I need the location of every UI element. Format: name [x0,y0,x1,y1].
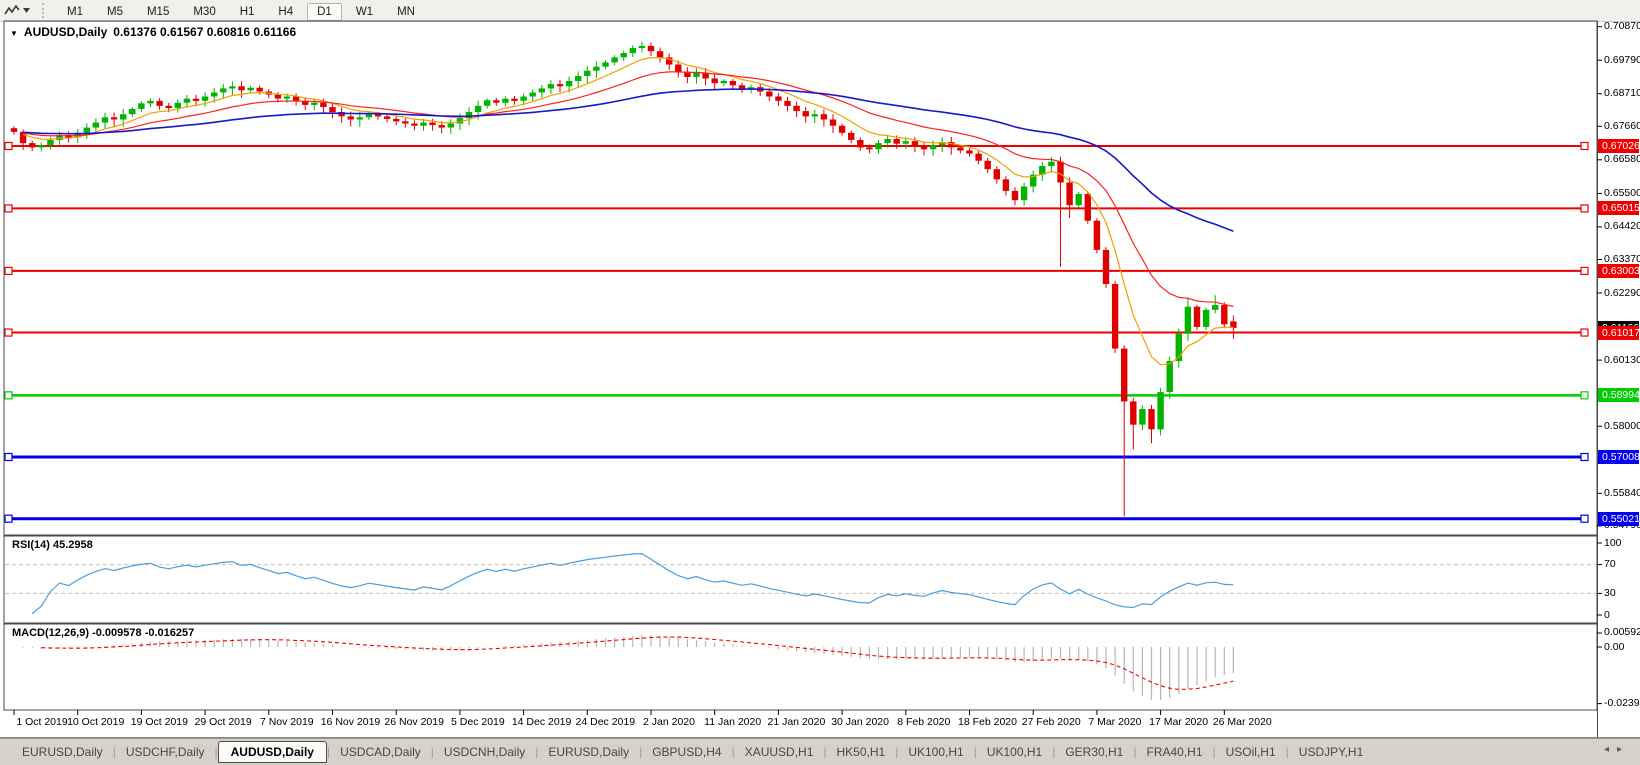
macd-scale-label: 0.00 [1604,640,1625,653]
macd-name: MACD(12,26,9) [12,627,90,639]
tab-hk50-h1[interactable]: HK50,H1 [827,742,896,762]
chart-tabs-bar: EURUSD,Daily | USDCHF,Daily | AUDUSD,Daily | U… [0,738,1640,765]
trading-terminal-window: M1 M5 M15 M30 H1 H4 D1 W1 MN ▼ AUDUSD,Daily 0.61… [0,0,1640,765]
tab-usdjpy-h1[interactable]: USDJPY,H1 [1289,742,1373,762]
price-tick-label: 0.55840 [1604,486,1640,499]
price-tick-label: 0.70870 [1604,20,1640,33]
rsi-scale-label: 30 [1604,586,1616,599]
level-price-label: 0.58994 [1598,388,1640,403]
level-price-label: 0.61017 [1598,325,1640,340]
tab-usdcnh-daily[interactable]: USDCNH,Daily [434,742,535,762]
rsi-scale-label: 70 [1604,558,1616,571]
macd-scale-label: -0.023944 [1604,697,1640,710]
tab-gbpusd-h4[interactable]: GBPUSD,H4 [642,742,731,762]
rsi-name: RSI(14) [12,539,50,551]
price-tick-label: 0.67660 [1604,119,1640,132]
price-tick-label: 0.68710 [1604,87,1640,100]
price-axis: 0.70870 0.69790 0.68710 0.67660 0.66580 0.655… [1598,0,1640,738]
chart-title: ▼ AUDUSD,Daily 0.61376 0.61567 0.60816 0… [10,25,296,39]
tab-uk100-h1[interactable]: UK100,H1 [898,742,973,762]
chevron-left-icon[interactable]: ◂ [1604,744,1617,755]
level-price-label: 0.67026 [1598,138,1640,153]
price-tick-label: 0.58000 [1604,419,1640,432]
price-tick-label: 0.60130 [1604,353,1640,366]
macd-scale-label: 0.005923 [1604,626,1640,639]
tab-ger30-h1[interactable]: GER30,H1 [1055,742,1133,762]
tab-usoil-h1[interactable]: USOil,H1 [1216,742,1286,762]
tab-xauusd-h1[interactable]: XAUUSD,H1 [735,742,824,762]
tab-eurusd-daily[interactable]: EURUSD,Daily [12,742,113,762]
chart-ohlc-values: 0.61376 0.61567 0.60816 0.61166 [113,25,297,39]
chevron-right-icon[interactable]: ▸ [1617,744,1630,755]
level-price-label: 0.63003 [1598,263,1640,278]
tab-audusd-daily[interactable]: AUDUSD,Daily [217,741,327,763]
macd-indicator-label: MACD(12,26,9) -0.009578 -0.016257 [12,627,194,639]
price-tick-label: 0.66580 [1604,153,1640,166]
level-price-label: 0.65015 [1598,201,1640,216]
chart-symbol: AUDUSD,Daily [23,25,108,39]
price-tick-label: 0.69790 [1604,53,1640,66]
candlestick-chart-canvas[interactable] [0,0,1640,738]
tab-fra40-h1[interactable]: FRA40,H1 [1136,742,1212,762]
date-tick-label: 26 Mar 2020 [1212,716,1272,728]
price-tick-label: 0.65500 [1604,186,1640,199]
tab-usdcad-daily[interactable]: USDCAD,Daily [330,742,431,762]
rsi-scale-label: 100 [1604,536,1622,549]
date-axis: 1 Oct 2019 10 Oct 2019 19 Oct 2019 29 Oct 2… [0,716,1597,736]
collapse-triangle-icon[interactable]: ▼ [10,29,18,38]
rsi-value: 45.2958 [52,539,93,551]
level-price-label: 0.57008 [1598,450,1640,464]
macd-values: -0.009578 -0.016257 [92,627,195,639]
tab-scroll-arrows: ◂▸ [1604,744,1630,755]
price-tick-label: 0.64420 [1604,220,1640,233]
tab-eurusd-daily[interactable]: EURUSD,Daily [538,742,639,762]
tab-uk100-h1[interactable]: UK100,H1 [977,742,1052,762]
rsi-scale-label: 0 [1604,608,1610,621]
level-price-label: 0.55021 [1598,511,1640,526]
tab-usdchf-daily[interactable]: USDCHF,Daily [116,742,215,762]
rsi-indicator-label: RSI(14) 45.2958 [12,539,93,551]
price-tick-label: 0.62290 [1604,286,1640,299]
